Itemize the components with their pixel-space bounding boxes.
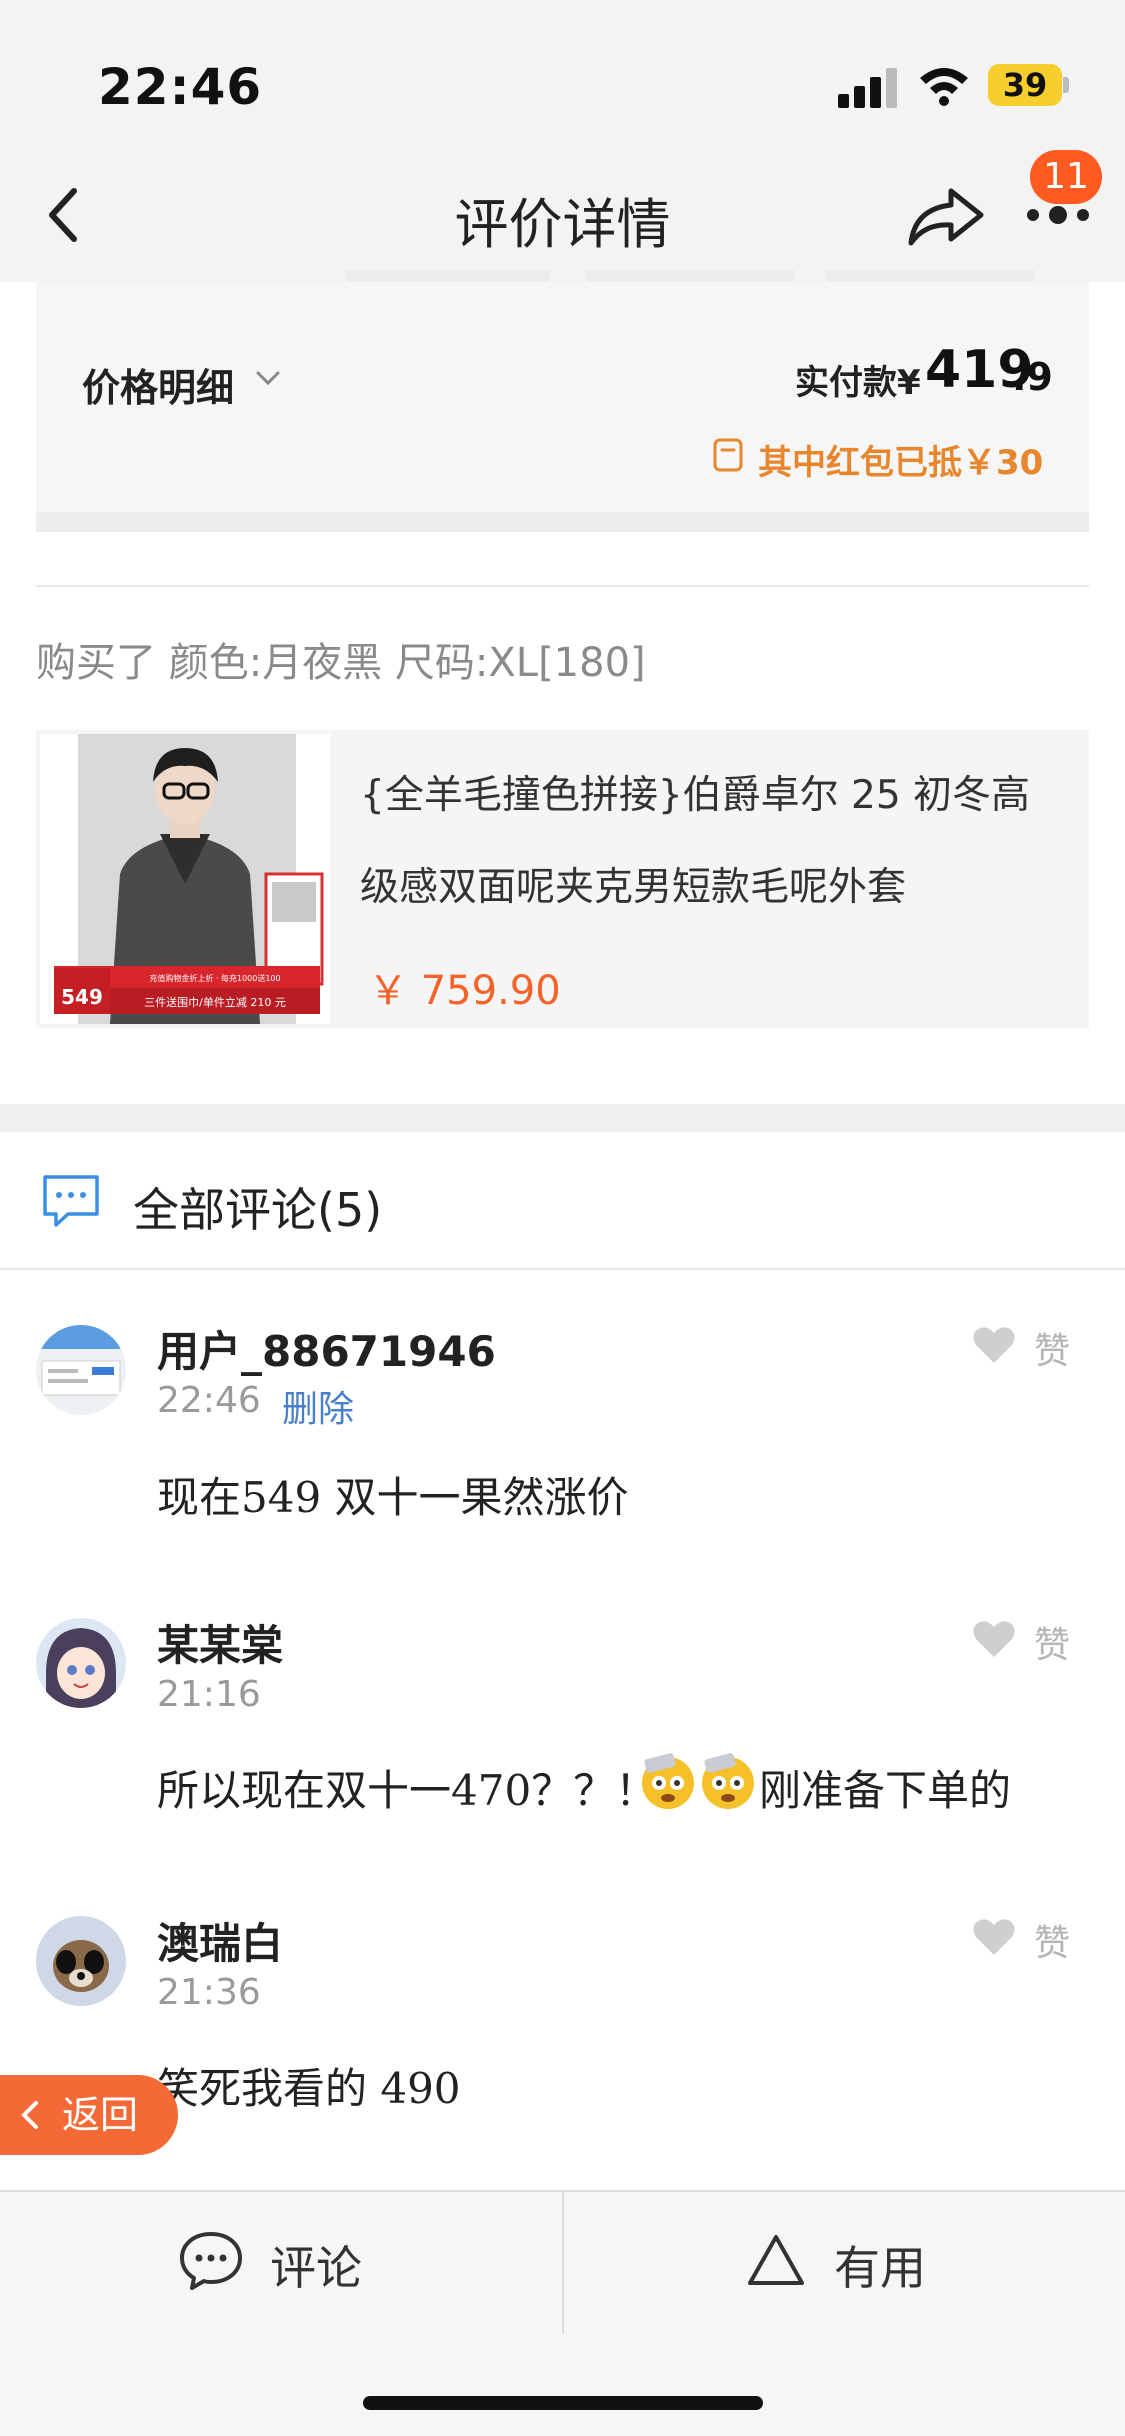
delete-button[interactable]: 删除 [282, 1380, 354, 1432]
section-separator [0, 1104, 1125, 1132]
like-button[interactable]: 赞 [1034, 1616, 1070, 1668]
paid-label: 实付款¥ [795, 363, 921, 403]
comment-text: 现在549 双十一果然涨价 [157, 1473, 629, 1522]
comment-text: 笑死我看的 490 [157, 2064, 461, 2113]
emoji-icon [642, 1753, 694, 1809]
share-icon[interactable] [905, 185, 987, 247]
chevron-down-icon[interactable] [255, 368, 281, 388]
comment-author[interactable]: 用户_88671946 [157, 1318, 496, 1379]
purchase-spec: 购买了 颜色:月夜黑 尺码:XL[180] [36, 640, 646, 686]
divider [0, 1268, 1125, 1270]
paid-amount-decimal: .9 [1012, 355, 1053, 399]
price-card-edge [36, 512, 1089, 532]
red-packet-text: 其中红包已抵￥30 [758, 443, 1044, 483]
like-button[interactable]: 赞 [1034, 1914, 1070, 1966]
heart-icon[interactable] [972, 1325, 1016, 1365]
price-detail-toggle[interactable]: 价格明细 [82, 357, 234, 412]
avatar[interactable] [36, 1325, 126, 1415]
comment-author[interactable]: 澳瑞白 [157, 1910, 283, 1971]
product-price: ￥ 759.90 [368, 968, 561, 1014]
status-time: 22:46 [98, 58, 263, 116]
comment-time: 22:46 [157, 1380, 261, 1421]
comment-author[interactable]: 某某棠 [157, 1612, 283, 1673]
battery-indicator: 39 [988, 64, 1062, 106]
product-image-banner-top: 充值购物金折上折 · 每充1000送100 [149, 973, 280, 983]
comment-bubble-icon[interactable] [178, 2230, 244, 2292]
useful-button[interactable]: 有用 [834, 2232, 926, 2298]
more-icon[interactable] [1025, 205, 1091, 225]
divider [36, 585, 1089, 587]
comment-time: 21:16 [157, 1674, 261, 1715]
battery-cap [1063, 77, 1069, 93]
product-photo: 549 充值购物金折上折 · 每充1000送100 三件送围巾/单件立减 210… [54, 734, 324, 1024]
comment-text-continued: 刚准备下单的 [759, 1766, 1012, 1815]
comments-title: 全部评论(5) [133, 1183, 383, 1237]
triangle-icon[interactable] [745, 2232, 807, 2288]
chevron-left-icon[interactable] [20, 2100, 40, 2130]
comment-text: 所以现在双十一470？？！ [157, 1766, 658, 1815]
heart-icon[interactable] [972, 1619, 1016, 1659]
product-title[interactable]: {全羊毛撞色拼接}伯爵卓尔 25 初冬高级感双面呢夹克男短款毛呢外套 [360, 750, 1060, 934]
product-image[interactable]: 549 充值购物金折上折 · 每充1000送100 三件送围巾/单件立减 210… [40, 734, 330, 1024]
avatar-image [36, 1325, 126, 1396]
emoji-icon [702, 1753, 754, 1809]
avatar[interactable] [36, 1618, 126, 1708]
heart-icon[interactable] [972, 1917, 1016, 1957]
avatar[interactable] [36, 1916, 126, 2006]
notification-badge: 11 [1030, 150, 1102, 204]
avatar-image [46, 1628, 116, 1708]
like-button[interactable]: 赞 [1034, 1322, 1070, 1374]
comments-icon [43, 1175, 99, 1227]
comment-button[interactable]: 评论 [270, 2232, 362, 2298]
wifi-icon [920, 68, 968, 106]
red-packet-icon [713, 438, 743, 472]
product-image-banner-bottom: 三件送围巾/单件立减 210 元 [144, 995, 286, 1009]
signal-icon [838, 68, 898, 108]
safe-area [0, 2336, 1125, 2436]
comment-time: 21:36 [157, 1972, 261, 2013]
home-indicator[interactable] [363, 2396, 763, 2410]
product-image-price: 549 [61, 985, 103, 1009]
avatar-image [53, 1940, 109, 1992]
divider [562, 2192, 564, 2334]
return-label[interactable]: 返回 [62, 2075, 138, 2155]
